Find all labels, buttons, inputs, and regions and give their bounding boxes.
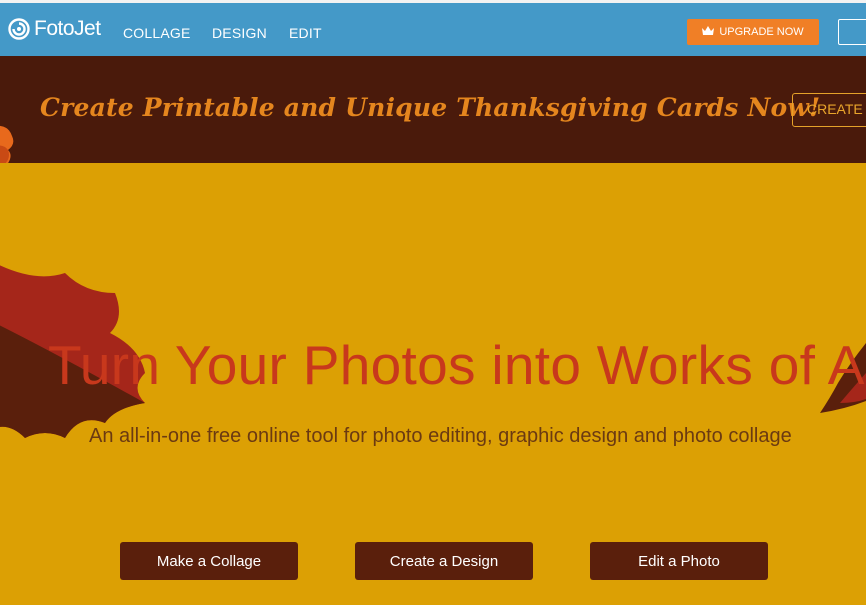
make-collage-button[interactable]: Make a Collage xyxy=(120,542,298,580)
hero-section: Turn Your Photos into Works of A An all-… xyxy=(0,163,866,605)
thanksgiving-banner: Create Printable and Unique Thanksgiving… xyxy=(0,56,866,163)
nav-link-design[interactable]: DESIGN xyxy=(212,25,267,41)
create-design-button[interactable]: Create a Design xyxy=(355,542,533,580)
logo[interactable]: FotoJet xyxy=(8,14,101,44)
logo-text: FotoJet xyxy=(34,17,101,40)
fotojet-spiral-icon xyxy=(8,18,30,40)
nav-link-edit[interactable]: EDIT xyxy=(289,25,322,41)
upgrade-now-label: UPGRADE NOW xyxy=(719,26,804,38)
banner-create-button[interactable]: CREATE xyxy=(792,93,866,127)
edit-photo-button[interactable]: Edit a Photo xyxy=(590,542,768,580)
crown-icon xyxy=(702,25,715,39)
autumn-leaf-decoration xyxy=(0,125,14,163)
hero-subtitle: An all-in-one free online tool for photo… xyxy=(89,425,792,447)
banner-headline: Create Printable and Unique Thanksgiving… xyxy=(40,93,821,122)
upgrade-now-button[interactable]: UPGRADE NOW xyxy=(687,19,819,45)
hero-title: Turn Your Photos into Works of A xyxy=(48,334,865,396)
top-navbar: FotoJet COLLAGE DESIGN EDIT UPGRADE NOW xyxy=(0,3,866,56)
nav-link-collage[interactable]: COLLAGE xyxy=(123,25,191,41)
sign-in-button[interactable] xyxy=(838,19,866,45)
